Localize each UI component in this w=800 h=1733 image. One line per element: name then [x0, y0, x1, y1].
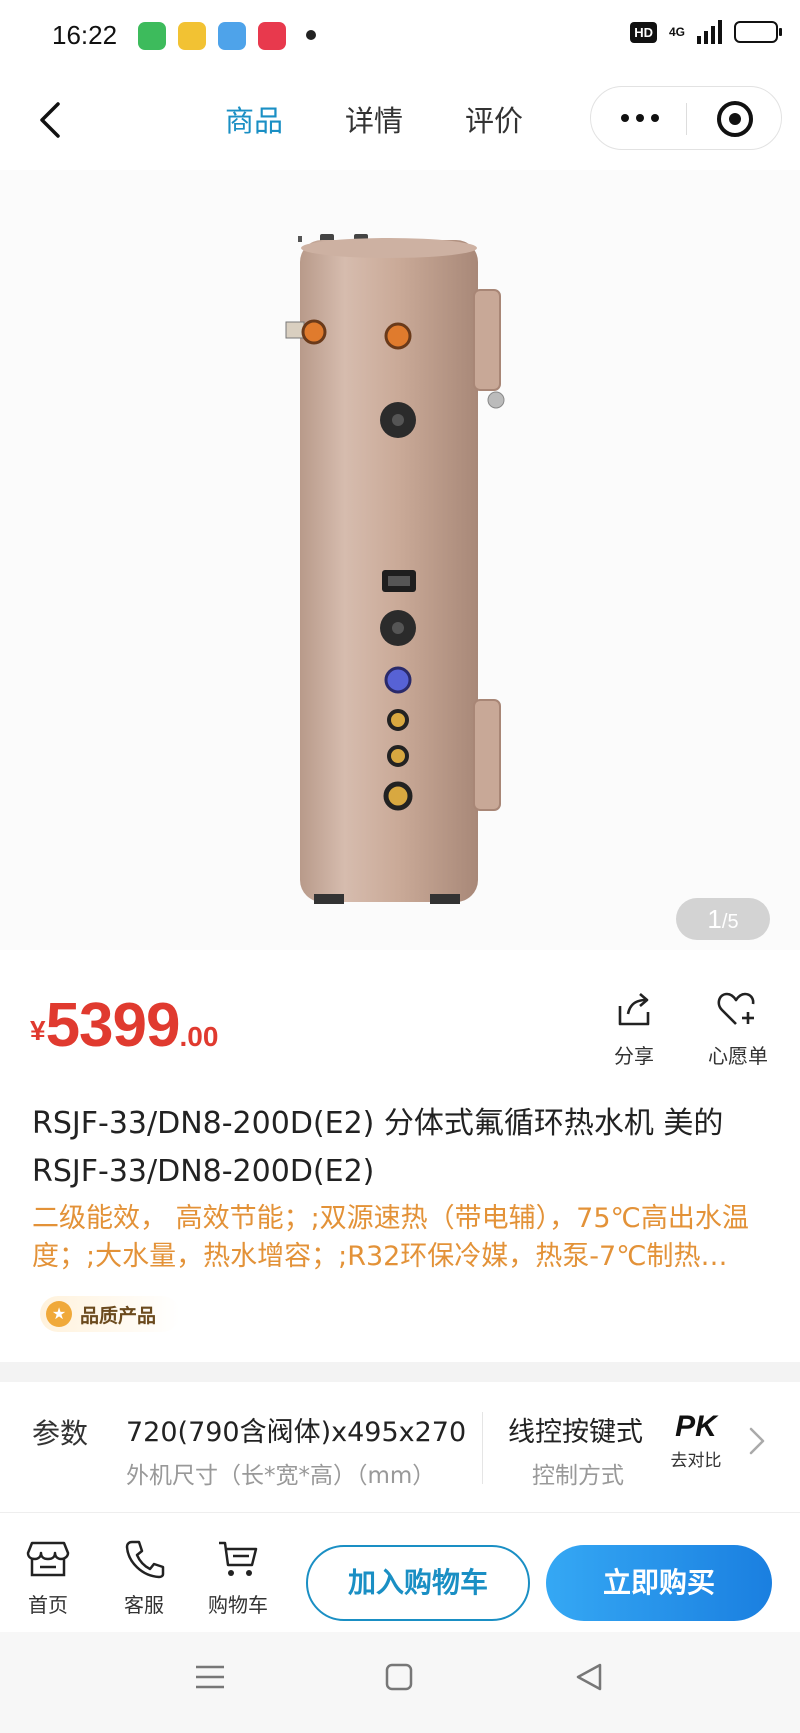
param-control-value: 线控按键式 [508, 1417, 643, 1448]
back-icon[interactable] [30, 98, 70, 142]
add-to-cart-button[interactable]: 加入购物车 [306, 1545, 530, 1621]
image-pager: 1/5 [676, 898, 770, 940]
pager-current: 1 [707, 904, 722, 934]
wishlist-label: 心愿单 [708, 1044, 768, 1068]
compare-button[interactable]: PK 去对比 [668, 1410, 724, 1472]
back-triangle-icon[interactable] [574, 1662, 604, 1692]
status-indicators: HD 4G [630, 20, 782, 44]
share-icon [618, 993, 650, 1026]
system-nav-bar [0, 1632, 800, 1733]
share-label: 分享 [614, 1044, 654, 1068]
price-currency: ¥ [30, 1015, 46, 1046]
param-size-key: 外机尺寸（长*宽*高）（mm） [126, 1463, 436, 1489]
bottom-action-bar: 首页 客服 购物车 加入购物车 立即购买 [0, 1512, 800, 1632]
chevron-right-icon[interactable] [748, 1426, 766, 1456]
tab-details[interactable]: 详情 [345, 98, 403, 140]
service-label: 客服 [124, 1593, 164, 1617]
notification-dot [306, 30, 316, 40]
messages-icon [138, 22, 166, 50]
cart-button[interactable]: 购物车 [198, 1539, 278, 1618]
price: ¥5399.00 [30, 990, 218, 1061]
home-label: 首页 [28, 1593, 68, 1617]
status-time: 16:22 [52, 20, 118, 50]
section-divider [0, 1362, 800, 1382]
product-gallery[interactable]: 1/5 [0, 170, 800, 950]
phone-icon [125, 1540, 165, 1579]
heart-plus-icon [717, 992, 755, 1025]
price-integer: 5399 [45, 991, 181, 1060]
video-icon [258, 22, 286, 50]
cart-label: 购物车 [208, 1593, 268, 1617]
store-icon [26, 1541, 70, 1577]
service-button[interactable]: 客服 [104, 1539, 184, 1618]
notification-icons [138, 22, 286, 50]
cart-icon [219, 1541, 258, 1576]
tab-product[interactable]: 商品 [225, 98, 283, 140]
buy-now-button[interactable]: 立即购买 [546, 1545, 772, 1621]
pk-icon: PK [675, 1410, 717, 1443]
param-size-value: 720(790含阀体)x495x270 [126, 1417, 467, 1448]
browser-icon [218, 22, 246, 50]
star-icon: ★ [46, 1301, 72, 1327]
product-image [285, 234, 505, 904]
hd-badge: HD [630, 21, 657, 43]
close-miniprogram-icon[interactable] [717, 101, 753, 137]
signal-icon [697, 20, 722, 44]
top-nav: 商品 详情 评价 [0, 70, 800, 170]
product-title: RSJF-33/DN8-200D(E2) 分体式氟循环热水机 美的RSJF-33… [32, 1106, 724, 1189]
pager-total: /5 [721, 911, 739, 933]
home-square-icon[interactable] [384, 1662, 414, 1692]
menu-icon[interactable] [194, 1662, 226, 1692]
status-bar: 16:22 HD 4G [0, 0, 800, 70]
share-button[interactable]: 分享 [584, 990, 684, 1069]
params-label: 参数 [32, 1417, 89, 1450]
wishlist-button[interactable]: 心愿单 [688, 990, 788, 1069]
battery-icon [734, 21, 782, 43]
network-type: 4G [668, 25, 685, 39]
params-section[interactable]: 参数 720(790含阀体)x495x270 外机尺寸（长*宽*高）（mm） 线… [0, 1382, 800, 1512]
quality-badge: ★ 品质产品 [40, 1296, 181, 1332]
param-control-key: 控制方式 [532, 1463, 624, 1489]
quality-badge-label: 品质产品 [80, 1304, 157, 1327]
price-decimal: .00 [179, 1021, 219, 1052]
more-icon[interactable] [621, 114, 659, 122]
params-divider [482, 1412, 483, 1484]
compare-label: 去对比 [670, 1451, 722, 1471]
tab-reviews[interactable]: 评价 [465, 98, 523, 140]
capsule-divider [686, 103, 687, 135]
product-description: 二级能效， 高效节能；;双源速热（带电辅），75℃高出水温度；;大水量，热水增容… [32, 1203, 749, 1272]
home-button[interactable]: 首页 [8, 1539, 88, 1618]
wallet-icon [178, 22, 206, 50]
tab-bar: 商品 详情 评价 [225, 98, 523, 140]
miniprogram-capsule [590, 86, 782, 150]
